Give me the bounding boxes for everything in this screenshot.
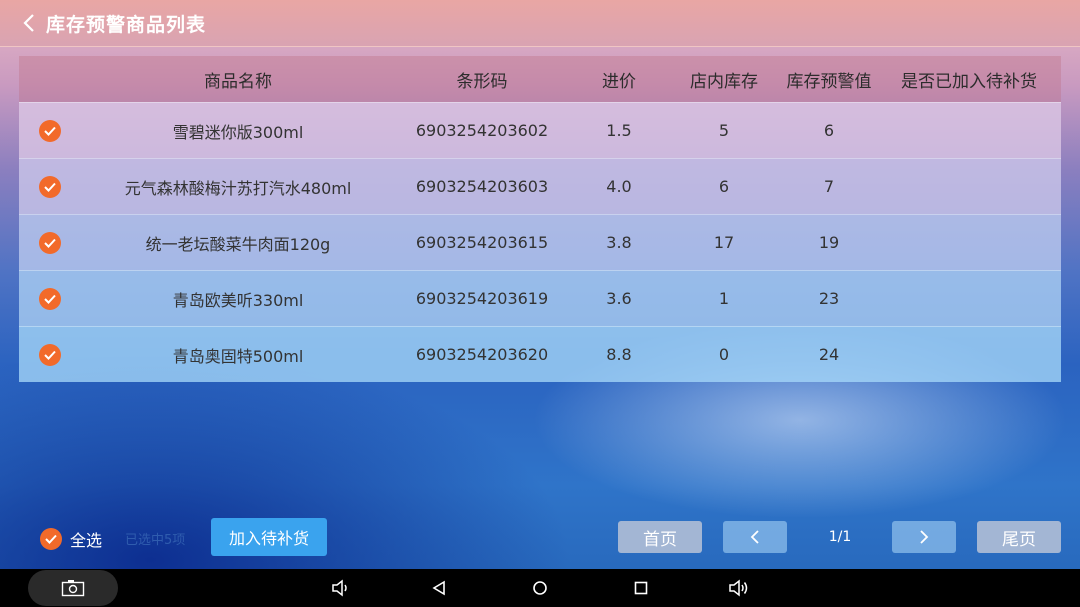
back-button[interactable] [14,0,44,46]
table-header: 商品名称 条形码 进价 店内库存 库存预警值 是否已加入待补货 [19,56,1061,102]
top-bar: 库存预警商品列表 [0,0,1080,47]
first-page-button[interactable]: 首页 [618,521,702,553]
purchase-price: 8.8 [606,345,632,364]
purchase-price: 4.0 [606,177,632,196]
purchase-price: 3.8 [606,233,632,252]
table-row[interactable]: 青岛欧美听330ml 6903254203619 3.6 1 23 [19,270,1061,326]
row-checkbox[interactable] [39,175,61,198]
product-name: 雪碧迷你版300ml [172,122,304,142]
select-all-check-circle [40,528,62,550]
chevron-left-icon [23,14,34,32]
checkmark-icon [44,294,56,304]
page-title: 库存预警商品列表 [46,13,207,36]
last-page-button[interactable]: 尾页 [977,521,1061,553]
row-checkbox[interactable] [39,231,61,254]
system-navigation-bar [0,569,1080,607]
chevron-right-icon [920,530,929,544]
purchase-price: 3.6 [606,289,632,308]
barcode: 6903254203620 [415,345,549,364]
column-header-barcode: 条形码 [456,71,508,92]
checkmark-icon [44,238,56,248]
back-triangle-icon [432,580,445,596]
volume-up-icon [729,579,748,597]
recents-square-icon [634,581,648,595]
column-header-stock: 店内库存 [690,71,758,92]
volume-down-icon [332,579,347,597]
barcode: 6903254203619 [415,289,549,308]
checkmark-icon [45,534,57,544]
home-circle-icon [533,581,547,595]
add-to-restock-button[interactable]: 加入待补货 [211,518,327,556]
select-all-checkbox[interactable]: 全选 [40,527,102,551]
screenshot-button[interactable] [28,570,118,606]
store-stock: 5 [718,121,730,140]
page-indicator: 1/1 [828,529,852,545]
camera-icon [61,580,85,597]
table-row[interactable]: 雪碧迷你版300ml 6903254203602 1.5 5 6 [19,102,1061,158]
volume-down-button[interactable] [330,578,352,598]
product-name: 统一老坛酸菜牛肉面120g [145,234,331,254]
checkmark-icon [44,350,56,360]
nav-home-button[interactable] [529,578,551,598]
bottom-action-bar: 全选 已选中5项 加入待补货 首页 1/1 尾页 [0,515,1080,561]
warning-value: 24 [818,345,840,364]
store-stock: 1 [718,289,730,308]
select-all-label: 全选 [70,531,103,550]
product-name: 青岛欧美听330ml [172,290,304,310]
table-row[interactable]: 统一老坛酸菜牛肉面120g 6903254203615 3.8 17 19 [19,214,1061,270]
table-row[interactable]: 青岛奥固特500ml 6903254203620 8.8 0 24 [19,326,1061,382]
store-stock: 17 [713,233,735,252]
warning-value: 23 [818,289,840,308]
row-checkbox[interactable] [39,287,61,310]
nav-back-button[interactable] [428,578,450,598]
column-header-added-to-restock: 是否已加入待补货 [901,71,1037,92]
barcode: 6903254203615 [415,233,549,252]
barcode: 6903254203602 [415,121,549,140]
column-header-name: 商品名称 [204,71,272,92]
table-row[interactable]: 元气森林酸梅汁苏打汽水480ml 6903254203603 4.0 6 7 [19,158,1061,214]
warning-goods-table: 商品名称 条形码 进价 店内库存 库存预警值 是否已加入待补货 雪碧迷你版300… [19,56,1061,382]
store-stock: 0 [718,345,730,364]
prev-page-button[interactable] [723,521,787,553]
chevron-left-icon [750,530,759,544]
column-header-price: 进价 [602,71,636,92]
checkmark-icon [44,182,56,192]
warning-value: 7 [823,177,835,196]
purchase-price: 1.5 [606,121,632,140]
nav-recents-button[interactable] [630,578,652,598]
barcode: 6903254203603 [415,177,549,196]
selected-count: 已选中5项 [125,533,186,548]
store-stock: 6 [718,177,730,196]
column-header-warning-value: 库存预警值 [786,71,872,92]
row-checkbox[interactable] [39,119,61,142]
row-checkbox[interactable] [39,343,61,366]
volume-up-button[interactable] [728,578,750,598]
product-name: 青岛奥固特500ml [172,346,304,366]
warning-value: 19 [818,233,840,252]
product-name: 元气森林酸梅汁苏打汽水480ml [124,178,352,198]
warning-value: 6 [823,121,835,140]
next-page-button[interactable] [892,521,956,553]
checkmark-icon [44,126,56,136]
